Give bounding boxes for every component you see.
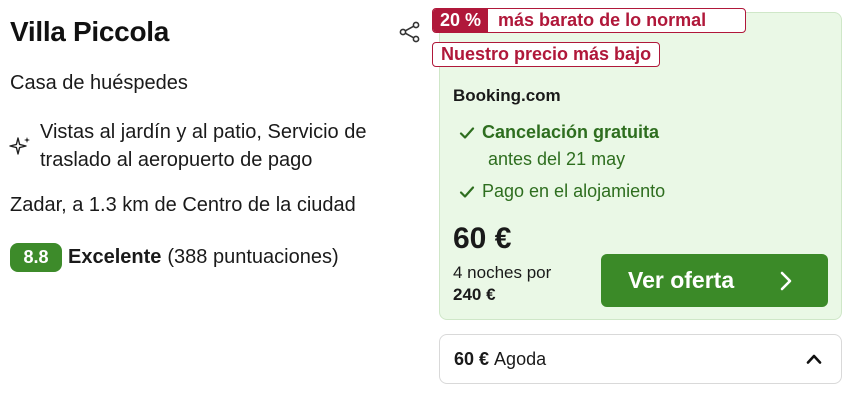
free-cancellation-label: Cancelación gratuita (482, 122, 660, 142)
property-type: Casa de huéspedes (10, 72, 188, 94)
chevron-right-icon (780, 271, 792, 291)
rating-label: Excelente (68, 246, 162, 268)
total-price-info: 4 noches por 240 € (453, 262, 551, 306)
discount-label: más barato de lo normal (498, 10, 707, 30)
check-icon (459, 185, 475, 198)
discount-badge: 20 % más barato de lo normal (432, 8, 746, 33)
check-icon (459, 126, 475, 139)
total-price: 240 € (453, 285, 496, 304)
lowest-price-badge: Nuestro precio más bajo (432, 42, 661, 67)
listing-title[interactable]: Villa Piccola (10, 14, 420, 50)
rating-score-badge: 8.8 (10, 243, 62, 272)
payment-info: Pago en el alojamiento (458, 181, 665, 202)
rating-count: (388 puntuaciones) (167, 246, 339, 268)
discount-percent: 20 % (433, 9, 489, 32)
view-offer-button[interactable]: Ver oferta (601, 254, 828, 307)
other-offer-price: 60 € (454, 348, 490, 369)
amenities: Vistas al jardín y al patio, Servicio de… (8, 118, 428, 174)
nights-label: 4 noches por (453, 263, 552, 282)
cancellation-deadline: antes del 21 may (488, 149, 626, 169)
provider-name: Booking.com (453, 86, 561, 105)
share-icon[interactable] (398, 20, 422, 44)
other-offer-provider: Agoda (494, 348, 547, 369)
other-offer-row[interactable]: 60 € Agoda (439, 334, 842, 384)
location-text: Zadar, a 1.3 km de Centro de la ciudad (10, 194, 356, 216)
amenities-text: Vistas al jardín y al patio, Servicio de… (40, 121, 367, 171)
listing-info: Villa Piccola (10, 14, 420, 50)
cancellation-info: Cancelación gratuita antes del 21 may (458, 122, 659, 170)
view-offer-label: Ver oferta (628, 267, 735, 293)
chevron-up-icon[interactable] (806, 354, 822, 364)
rating: 8.8 Excelente (388 puntuaciones) (10, 243, 339, 272)
payment-label: Pago en el alojamiento (482, 181, 666, 201)
sparkle-icon (9, 137, 30, 155)
nightly-price: 60 € (453, 222, 512, 255)
